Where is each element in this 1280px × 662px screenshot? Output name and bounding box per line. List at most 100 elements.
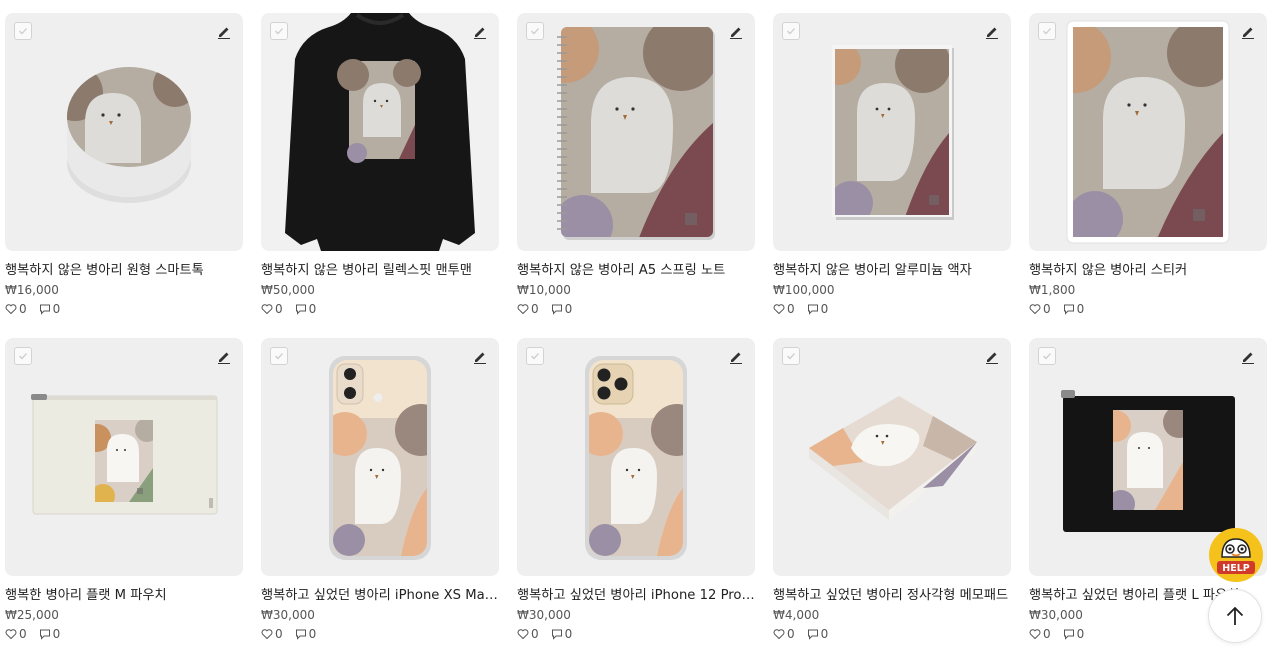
product-card[interactable]: 행복하지 않은 병아리 A5 스프링 노트 ₩10,000 0 0 [517,13,755,317]
product-row-1: 행복하지 않은 병아리 원형 스마트톡 ₩16,000 0 0 행복하지 않은 … [5,13,1267,317]
product-stats: 0 0 [1029,301,1267,317]
product-thumbnail[interactable] [517,338,755,576]
like-count[interactable]: 0 [261,627,283,641]
speech-bubble-icon [807,304,818,315]
pencil-icon[interactable] [472,24,488,40]
product-thumbnail[interactable] [773,338,1011,576]
product-card[interactable]: 행복하지 않은 병아리 원형 스마트톡 ₩16,000 0 0 [5,13,243,317]
product-title[interactable]: 행복하고 싶었던 병아리 정사각형 메모패드 [773,587,1011,605]
comment-count[interactable]: 0 [807,302,829,316]
select-checkbox[interactable] [14,22,32,40]
product-card[interactable]: 행복한 병아리 플랫 M 파우치 ₩25,000 0 0 [5,338,243,642]
select-checkbox[interactable] [526,347,544,365]
product-image-notebook [557,27,715,240]
comment-count[interactable]: 0 [1063,302,1085,316]
product-title[interactable]: 행복하고 싶었던 병아리 iPhone 12 Pro ... [517,587,755,605]
product-price: ₩50,000 [261,283,315,297]
help-button[interactable]: HELP [1208,527,1264,583]
like-count[interactable]: 0 [5,627,27,641]
check-icon [275,353,283,360]
product-thumbnail[interactable] [517,13,755,251]
product-thumbnail[interactable] [773,13,1011,251]
check-icon [787,353,795,360]
comment-count[interactable]: 0 [551,627,572,641]
product-card[interactable]: 행복하고 싶었던 병아리 정사각형 메모패드 ₩4,000 0 0 [773,338,1011,642]
comment-count[interactable]: 0 [1063,627,1085,641]
comment-count-value: 0 [820,302,829,316]
product-thumbnail[interactable] [261,13,499,251]
product-stats: 0 0 [773,626,1011,642]
pencil-icon[interactable] [216,349,232,365]
product-thumbnail[interactable] [5,338,243,576]
pencil-icon[interactable] [728,24,744,40]
select-checkbox[interactable] [1038,22,1056,40]
like-count[interactable]: 0 [517,627,539,641]
comment-count[interactable]: 0 [807,627,828,641]
heart-icon [517,304,529,315]
product-stats: 0 0 [517,301,755,317]
select-checkbox[interactable] [782,347,800,365]
like-count[interactable]: 0 [773,302,795,316]
scroll-to-top-button[interactable] [1208,589,1262,643]
product-image-aluminum-frame [832,45,954,220]
product-price: ₩10,000 [517,283,571,297]
comment-count-value: 0 [1076,627,1085,641]
like-count[interactable]: 0 [5,302,27,316]
select-checkbox[interactable] [270,22,288,40]
product-title[interactable]: 행복하고 싶었던 병아리 iPhone XS Max ... [261,587,499,605]
pencil-icon[interactable] [728,349,744,365]
select-checkbox[interactable] [526,22,544,40]
product-price: ₩25,000 [5,608,59,622]
product-title[interactable]: 행복하지 않은 병아리 스티커 [1029,262,1267,280]
pencil-icon[interactable] [472,349,488,365]
product-card[interactable]: 행복하지 않은 병아리 스티커 ₩1,800 0 0 [1029,13,1267,317]
check-icon [19,353,27,360]
product-thumbnail[interactable] [1029,13,1267,251]
heart-icon [5,304,17,315]
pencil-icon[interactable] [1240,349,1256,365]
product-title[interactable]: 행복하지 않은 병아리 알루미늄 액자 [773,262,1011,280]
check-icon [787,28,795,35]
product-card[interactable]: 행복하지 않은 병아리 릴렉스핏 맨투맨 ₩50,000 0 0 [261,13,499,317]
pencil-icon[interactable] [216,24,232,40]
product-card[interactable]: 행복하지 않은 병아리 알루미늄 액자 ₩100,000 0 0 [773,13,1011,317]
speech-bubble-icon [1063,304,1074,315]
like-count[interactable]: 0 [517,302,539,316]
pencil-icon[interactable] [984,349,1000,365]
product-title[interactable]: 행복하지 않은 병아리 원형 스마트톡 [5,262,243,280]
comment-count[interactable]: 0 [295,302,317,316]
comment-count-value: 0 [308,302,317,316]
check-icon [1043,353,1051,360]
product-title[interactable]: 행복하지 않은 병아리 릴렉스핏 맨투맨 [261,262,499,280]
like-count[interactable]: 0 [1029,302,1051,316]
select-checkbox[interactable] [270,347,288,365]
pencil-icon[interactable] [1240,24,1256,40]
product-image-sticker [1066,20,1230,244]
like-count[interactable]: 0 [773,627,795,641]
like-count[interactable]: 0 [1029,627,1051,641]
select-checkbox[interactable] [14,347,32,365]
like-count[interactable]: 0 [261,302,283,316]
like-count-value: 0 [787,302,795,316]
select-checkbox[interactable] [782,22,800,40]
product-thumbnail[interactable] [5,13,243,251]
comment-count-value: 0 [1076,302,1085,316]
product-thumbnail[interactable] [261,338,499,576]
product-title[interactable]: 행복하지 않은 병아리 A5 스프링 노트 [517,262,755,280]
product-title[interactable]: 행복한 병아리 플랫 M 파우치 [5,587,243,605]
product-stats: 0 0 [261,626,499,642]
select-checkbox[interactable] [1038,347,1056,365]
like-count-value: 0 [275,302,283,316]
like-count-value: 0 [531,627,539,641]
speech-bubble-icon [295,304,306,315]
comment-count[interactable]: 0 [295,627,316,641]
comment-count[interactable]: 0 [39,627,60,641]
comment-count[interactable]: 0 [39,302,60,316]
product-stats: 0 0 [5,626,243,642]
product-stats: 0 0 [517,626,755,642]
comment-count[interactable]: 0 [551,302,572,316]
product-card[interactable]: 행복하고 싶었던 병아리 iPhone XS Max ... ₩30,000 0… [261,338,499,642]
pencil-icon[interactable] [984,24,1000,40]
product-card[interactable]: 행복하고 싶었던 병아리 iPhone 12 Pro ... ₩30,000 0… [517,338,755,642]
speech-bubble-icon [1063,629,1074,640]
